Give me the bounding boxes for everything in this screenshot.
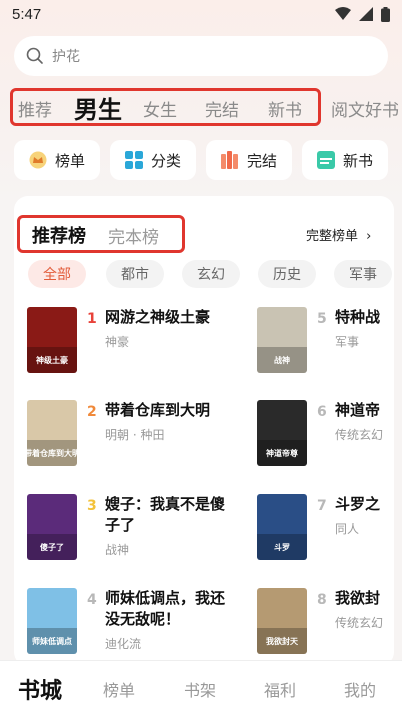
nav-ranking[interactable]: 榜单	[103, 677, 135, 701]
svg-text:傻子了: 傻子了	[40, 542, 64, 552]
book-tag: 明朝 · 种田	[105, 428, 165, 442]
full-list-link[interactable]: 完整榜单 ›	[306, 225, 371, 244]
rank-number: 6	[317, 404, 327, 420]
svg-text:师妹低调点: 师妹低调点	[32, 636, 72, 646]
status-icons	[335, 6, 390, 22]
genre-military[interactable]: 军事	[334, 260, 392, 288]
book-title: 神道帝	[335, 401, 381, 419]
book-item[interactable]: 我欲封天 8 我欲封 传统玄幻	[257, 588, 402, 670]
book-title: 斗罗之	[335, 495, 381, 513]
book-tag: 军事	[335, 335, 360, 349]
nav-profile[interactable]: 我的	[344, 677, 376, 701]
book-cover: 神道帝尊	[257, 400, 307, 466]
book-item[interactable]: 斗罗 7 斗罗之 同人	[257, 494, 402, 576]
tab-recommend-ranking[interactable]: 推荐榜	[32, 222, 86, 248]
search-icon	[26, 47, 43, 64]
book-tag: 同人	[335, 522, 360, 536]
tab-yuewen[interactable]: 阅文好书	[331, 96, 399, 121]
quick-link-finished[interactable]: 完结	[206, 140, 292, 180]
tab-male[interactable]: 男生	[74, 90, 122, 125]
book-title: 带着仓库到大明	[105, 401, 211, 419]
tab-female[interactable]: 女生	[143, 96, 177, 121]
bottom-nav: 书城 榜单 书架 福利 我的	[0, 660, 402, 715]
svg-text:斗罗: 斗罗	[274, 543, 290, 552]
search-input[interactable]: 护花	[14, 36, 388, 76]
book-title: 嫂子：我真不是傻子了	[105, 495, 226, 534]
book-title: 师妹低调点，我还没无敌呢！	[105, 589, 226, 628]
full-list-label: 完整榜单	[306, 229, 359, 244]
svg-text:战神: 战神	[274, 355, 290, 365]
nav-welfare[interactable]: 福利	[264, 677, 296, 701]
book-cover: 带着仓库到大明	[27, 400, 77, 466]
quick-link-category[interactable]: 分类	[110, 140, 196, 180]
svg-text:神道帝尊: 神道帝尊	[266, 448, 298, 458]
book-tag: 传统玄幻	[335, 616, 384, 630]
quick-link-label: 新书	[342, 151, 373, 170]
tab-recommend[interactable]: 推荐	[18, 96, 52, 121]
book-item[interactable]: 战神 5 特种战 军事	[257, 307, 402, 389]
book-tag: 战神	[105, 543, 130, 557]
rank-number: 8	[317, 592, 327, 608]
rank-number: 3	[87, 498, 97, 514]
genre-all[interactable]: 全部	[28, 260, 86, 288]
tab-new[interactable]: 新书	[268, 96, 302, 121]
book-cover: 斗罗	[257, 494, 307, 560]
rank-number: 7	[317, 498, 327, 514]
genre-fantasy[interactable]: 玄幻	[182, 260, 240, 288]
book-tag: 传统玄幻	[335, 428, 384, 442]
book-cover: 我欲封天	[257, 588, 307, 654]
quick-link-label: 分类	[150, 151, 181, 170]
book-cover: 战神	[257, 307, 307, 373]
quick-link-label: 完结	[246, 151, 277, 170]
grid-icon	[124, 151, 143, 169]
nav-bookshelf[interactable]: 书架	[184, 677, 216, 701]
rank-number: 5	[317, 311, 327, 327]
nav-bookstore[interactable]: 书城	[18, 673, 62, 705]
chevron-right-icon: ›	[366, 229, 372, 244]
svg-text:我欲封天: 我欲封天	[266, 636, 299, 646]
book-item[interactable]: 神级土豪 1 网游之神级土豪 神豪	[27, 307, 227, 389]
book-item[interactable]: 神道帝尊 6 神道帝 传统玄幻	[257, 400, 402, 482]
tab-finished-ranking[interactable]: 完本榜	[108, 223, 159, 248]
book-title: 我欲封	[335, 589, 381, 607]
wifi-icon	[335, 7, 351, 20]
crown-icon	[29, 151, 47, 169]
tab-finished[interactable]: 完结	[205, 96, 239, 121]
battery-icon	[381, 6, 390, 22]
svg-text:神级土豪: 神级土豪	[36, 355, 68, 365]
rank-number: 1	[87, 311, 97, 327]
status-time: 5:47	[12, 5, 42, 23]
signal-icon	[359, 7, 373, 21]
book-title: 网游之神级土豪	[105, 308, 211, 326]
quick-link-label: 榜单	[54, 151, 85, 170]
search-placeholder: 护花	[52, 49, 80, 65]
book-item[interactable]: 带着仓库到大明 2 带着仓库到大明 明朝 · 种田	[27, 400, 227, 482]
book-tag: 迪化流	[105, 637, 142, 651]
book-cover: 神级土豪	[27, 307, 77, 373]
rank-number: 2	[87, 404, 97, 420]
quick-links: 榜单 分类 完结 新书	[14, 140, 402, 180]
new-book-icon	[316, 151, 335, 169]
svg-text:带着仓库到大明: 带着仓库到大明	[27, 448, 77, 458]
book-tag: 神豪	[105, 335, 130, 349]
book-cover: 傻子了	[27, 494, 77, 560]
genre-history[interactable]: 历史	[258, 260, 316, 288]
book-item[interactable]: 师妹低调点 4 师妹低调点，我还没无敌呢！ 迪化流	[27, 588, 227, 670]
rank-number: 4	[87, 592, 97, 608]
book-item[interactable]: 傻子了 3 嫂子：我真不是傻子了 战神	[27, 494, 227, 576]
genre-urban[interactable]: 都市	[106, 260, 164, 288]
book-cover: 师妹低调点	[27, 588, 77, 654]
status-bar: 5:47	[0, 0, 402, 28]
books-icon	[220, 151, 238, 169]
quick-link-ranking[interactable]: 榜单	[14, 140, 100, 180]
book-title: 特种战	[335, 308, 381, 326]
genre-filter: 全部 都市 玄幻 历史 军事	[28, 260, 402, 290]
quick-link-new[interactable]: 新书	[302, 140, 388, 180]
